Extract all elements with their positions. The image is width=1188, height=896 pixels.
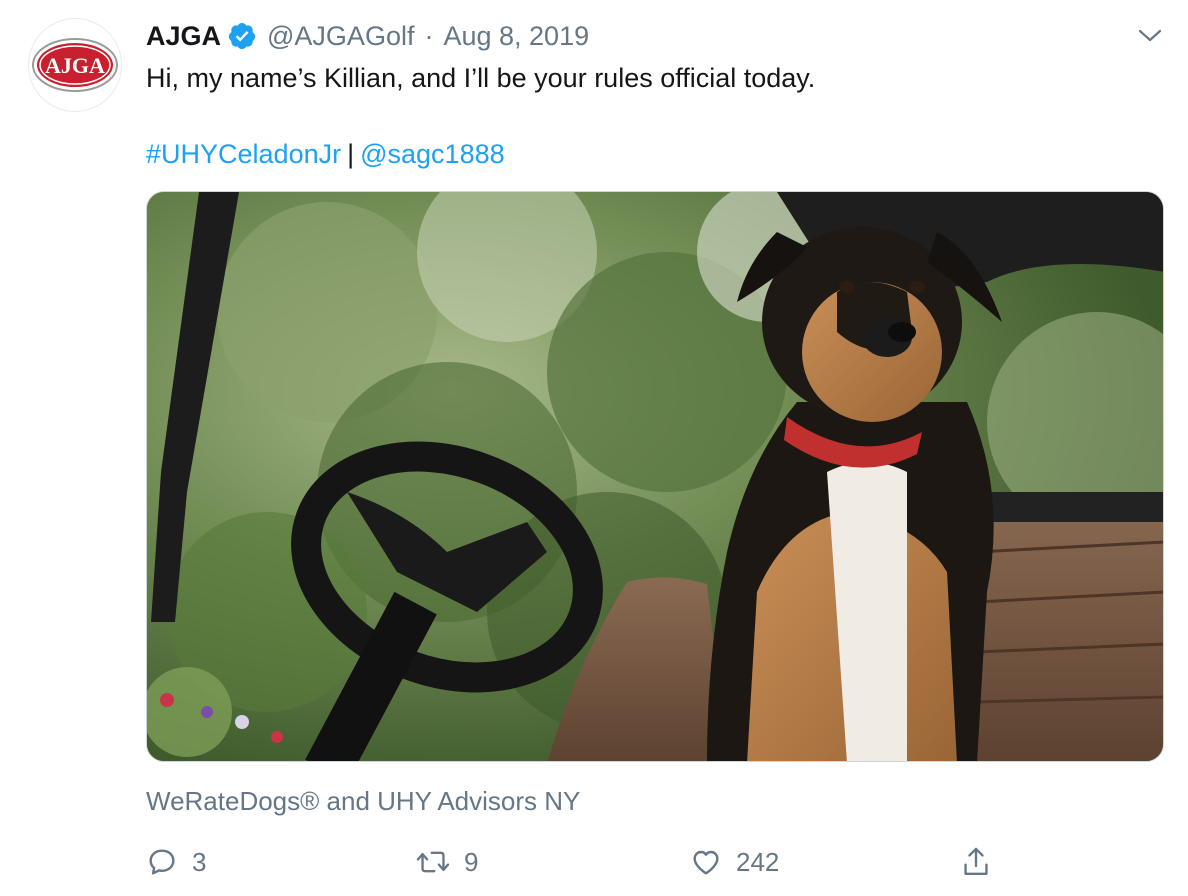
like-count: 242 <box>736 846 780 877</box>
link-divider: | <box>347 139 355 169</box>
share-button[interactable] <box>960 840 1006 884</box>
hashtag-link[interactable]: #UHYCeladonJr <box>146 139 341 169</box>
heart-icon <box>693 850 719 875</box>
tweet-actions: 3 9 242 <box>146 840 1164 884</box>
reply-count: 3 <box>192 846 207 877</box>
like-button[interactable]: 242 <box>690 840 779 884</box>
tweet-date[interactable]: Aug 8, 2019 <box>443 21 589 52</box>
retweet-icon <box>416 851 450 873</box>
verified-badge-icon <box>227 21 257 51</box>
tagged-users[interactable]: WeRateDogs® and UHY Advisors NY <box>146 786 580 817</box>
reply-icon <box>149 849 175 875</box>
ajga-logo: AJGA <box>32 38 118 92</box>
retweet-count: 9 <box>464 846 479 877</box>
author-handle[interactable]: @AJGAGolf <box>267 21 414 52</box>
chevron-down-icon[interactable] <box>1134 24 1166 48</box>
tagged-users-label: WeRateDogs® and UHY Advisors NY <box>146 786 581 816</box>
avatar-logo-text: AJGA <box>45 53 105 78</box>
tweet-header: AJGA @AJGAGolf · Aug 8, 2019 <box>146 18 589 54</box>
share-icon <box>964 847 988 875</box>
reply-button[interactable]: 3 <box>146 840 206 884</box>
dog-in-golf-cart-photo <box>147 192 1163 761</box>
mention-link[interactable]: @sagc1888 <box>360 139 505 169</box>
header-separator: · <box>424 20 434 51</box>
tweet-links: #UHYCeladonJr | @sagc1888 <box>146 134 505 174</box>
retweet-button[interactable]: 9 <box>416 840 478 884</box>
author-avatar[interactable]: AJGA <box>28 18 122 112</box>
author-name[interactable]: AJGA <box>146 21 221 52</box>
tweet-text: Hi, my name’s Killian, and I’ll be your … <box>146 63 816 93</box>
tweet-photo[interactable] <box>146 191 1164 762</box>
